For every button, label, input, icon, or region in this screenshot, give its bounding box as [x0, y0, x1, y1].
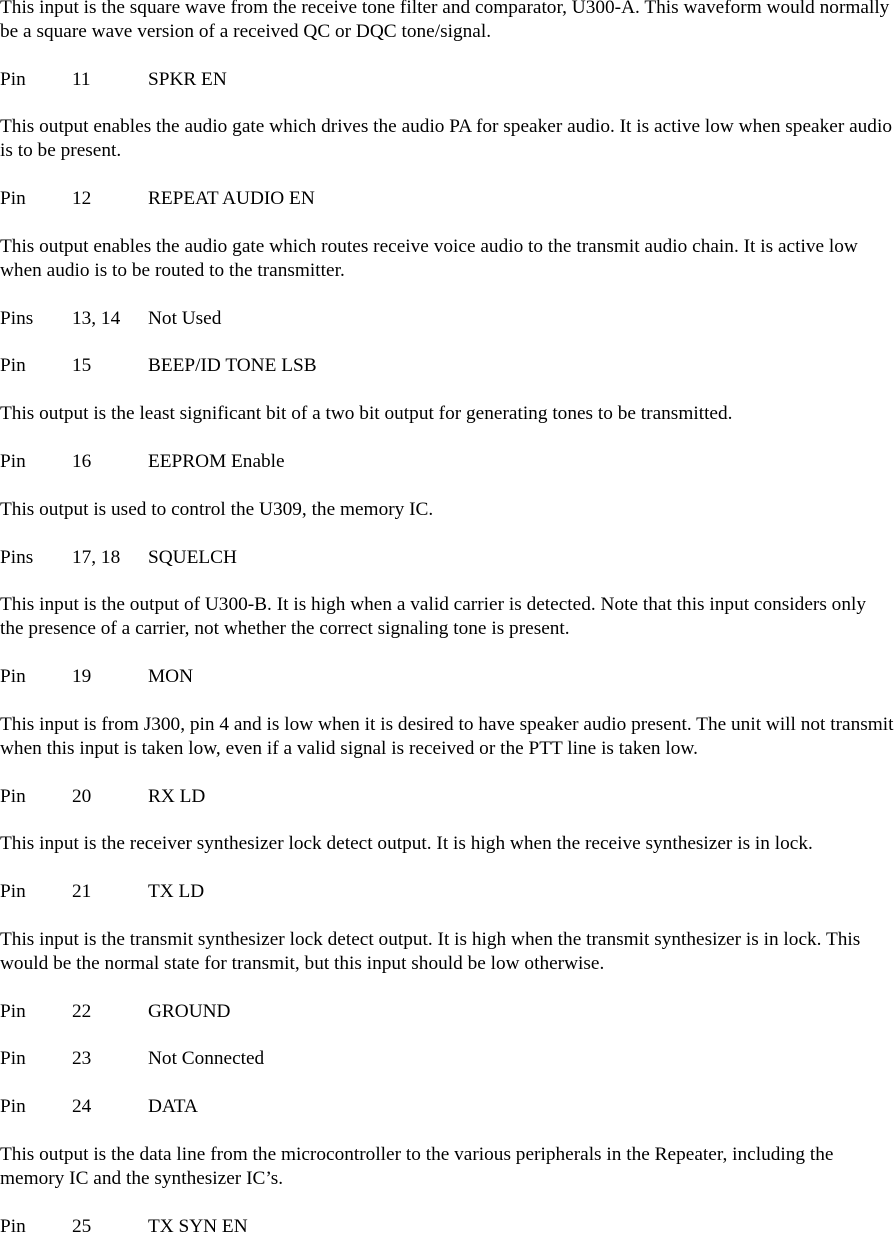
- body-paragraph: This input is the transmit synthesizer l…: [0, 928, 861, 974]
- paragraph-spacer: [0, 904, 894, 928]
- pin-entry-row: Pin 22 GROUND: [0, 1000, 894, 1024]
- pin-number: 21: [72, 881, 92, 903]
- pin-label: Pin: [0, 68, 26, 90]
- pin-number: 24: [72, 1096, 92, 1118]
- pin-entry-row: Pin 20 RX LD: [0, 785, 894, 809]
- paragraph-spacer: [0, 283, 894, 307]
- body-paragraph: This input is the square wave from the r…: [0, 0, 890, 42]
- pin-entry-row: Pin 19 MON: [0, 665, 894, 689]
- pin-signal-name: Not Connected: [148, 1048, 265, 1070]
- pin-signal-name: MON: [148, 666, 193, 688]
- pin-number: 15: [72, 355, 92, 377]
- pin-number: 11: [72, 68, 91, 90]
- pin-signal-name: RX LD: [148, 785, 206, 807]
- pin-entry-row: Pin 23 Not Connected: [0, 1047, 894, 1071]
- paragraph-spacer: [0, 1024, 894, 1048]
- body-paragraph: This input is from J300, pin 4 and is lo…: [0, 713, 894, 759]
- pin-entry-row: Pin 25 TX SYN EN: [0, 1215, 894, 1239]
- pin-label: Pins: [0, 546, 34, 568]
- pin-number: 20: [72, 785, 92, 807]
- pin-entry-row: Pin 24 DATA: [0, 1095, 894, 1119]
- paragraph-spacer: [0, 44, 894, 68]
- pin-signal-name: BEEP/ID TONE LSB: [148, 355, 317, 377]
- pin-signal-name: EEPROM Enable: [148, 451, 285, 473]
- body-paragraph: This output is used to control the U309,…: [0, 498, 434, 520]
- pin-label: Pin: [0, 666, 26, 688]
- pin-label: Pin: [0, 1048, 26, 1070]
- pin-signal-name: TX LD: [148, 881, 205, 903]
- paragraph-spacer: [0, 856, 894, 880]
- pin-signal-name: Not Used: [148, 307, 222, 329]
- paragraph-spacer: [0, 163, 894, 187]
- pin-label: Pin: [0, 451, 26, 473]
- pin-number: 19: [72, 666, 92, 688]
- paragraph-spacer: [0, 808, 894, 832]
- pin-number: 22: [72, 1000, 92, 1022]
- pin-signal-name: TX SYN EN: [148, 1215, 248, 1237]
- pin-label: Pin: [0, 188, 26, 210]
- body-paragraph: This output is the least significant bit…: [0, 403, 733, 425]
- paragraph-spacer: [0, 522, 894, 546]
- pin-entry-row: Pin 15 BEEP/ID TONE LSB: [0, 354, 894, 378]
- body-paragraph: This output enables the audio gate which…: [0, 116, 892, 162]
- pin-number: 17, 18: [72, 546, 121, 568]
- paragraph-spacer: [0, 761, 894, 785]
- body-paragraph: This input is the receiver synthesizer l…: [0, 833, 813, 855]
- pin-signal-name: SQUELCH: [148, 546, 237, 568]
- pin-label: Pin: [0, 1096, 26, 1118]
- pin-number: 12: [72, 188, 92, 210]
- pin-label: Pin: [0, 355, 26, 377]
- pin-signal-name: DATA: [148, 1096, 198, 1118]
- paragraph-spacer: [0, 426, 894, 450]
- body-paragraph: This output enables the audio gate which…: [0, 235, 858, 281]
- paragraph-spacer: [0, 1191, 894, 1215]
- pin-entry-row: Pins 17, 18 SQUELCH: [0, 546, 894, 570]
- pin-signal-name: SPKR EN: [148, 68, 227, 90]
- paragraph-spacer: [0, 474, 894, 498]
- pin-label: Pin: [0, 1215, 26, 1237]
- body-paragraph: This input is the output of U300-B. It i…: [0, 594, 866, 640]
- paragraph-spacer: [0, 1119, 894, 1143]
- pin-label: Pins: [0, 307, 34, 329]
- pin-entry-row: Pin 12 REPEAT AUDIO EN: [0, 187, 894, 211]
- pin-signal-name: GROUND: [148, 1000, 231, 1022]
- paragraph-spacer: [0, 641, 894, 665]
- paragraph-spacer: [0, 689, 894, 713]
- pin-label: Pin: [0, 785, 26, 807]
- pin-number: 23: [72, 1048, 92, 1070]
- pin-entry-row: Pin 21 TX LD: [0, 880, 894, 904]
- pin-signal-name: REPEAT AUDIO EN: [148, 188, 315, 210]
- pin-entry-row: Pins 13, 14 Not Used: [0, 307, 894, 331]
- pin-entry-row: Pin 16 EEPROM Enable: [0, 450, 894, 474]
- document-page: This input is the square wave from the r…: [0, 0, 894, 1239]
- paragraph-spacer: [0, 976, 894, 1000]
- pin-label: Pin: [0, 1000, 26, 1022]
- paragraph-spacer: [0, 92, 894, 116]
- pin-number: 16: [72, 451, 92, 473]
- pin-entry-row: Pin 11 SPKR EN: [0, 68, 894, 92]
- pin-label: Pin: [0, 881, 26, 903]
- document-body: This input is the square wave from the r…: [0, 0, 894, 1239]
- paragraph-spacer: [0, 1071, 894, 1095]
- pin-number: 25: [72, 1215, 92, 1237]
- paragraph-spacer: [0, 378, 894, 402]
- paragraph-spacer: [0, 211, 894, 235]
- pin-number: 13, 14: [72, 307, 121, 329]
- paragraph-spacer: [0, 570, 894, 594]
- body-paragraph: This output is the data line from the mi…: [0, 1143, 834, 1189]
- paragraph-spacer: [0, 331, 894, 355]
